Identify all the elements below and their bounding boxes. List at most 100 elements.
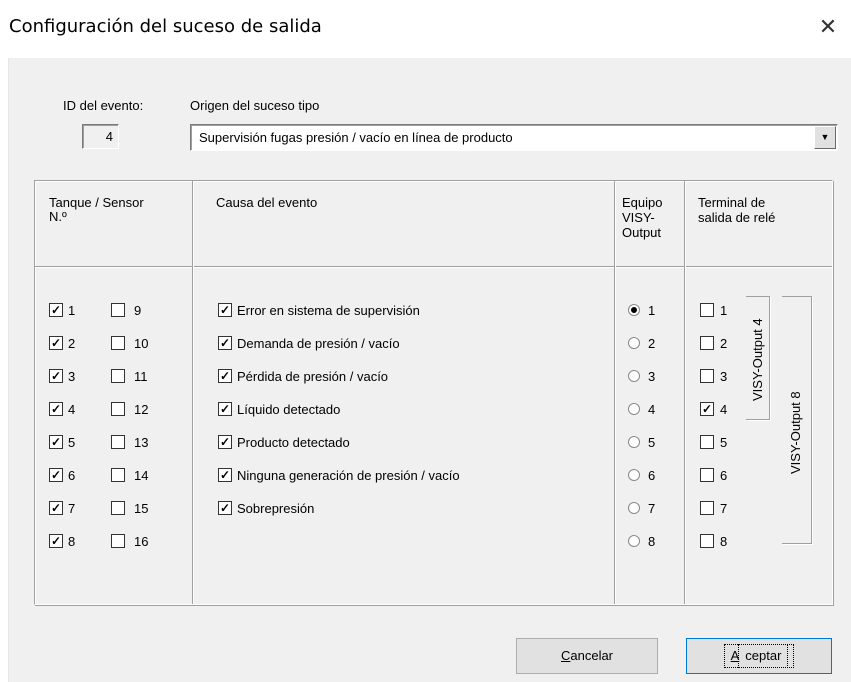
cause-checkbox[interactable]: ✓ xyxy=(218,501,232,515)
cause-checkbox[interactable]: ✓ xyxy=(218,435,232,449)
header-tank-number: N.º xyxy=(49,209,67,224)
sensor-checkbox[interactable]: ✓ xyxy=(49,534,63,548)
column-divider xyxy=(192,181,194,604)
equipo-radio[interactable] xyxy=(628,535,640,547)
accept-accel: A xyxy=(730,648,740,663)
sensor-checkbox[interactable]: ✓ xyxy=(49,402,63,416)
chevron-down-icon[interactable]: ▼ xyxy=(814,126,836,149)
header-equipo: VISY- xyxy=(622,210,655,225)
terminal-checkbox[interactable] xyxy=(700,435,714,449)
sensor-label: 11 xyxy=(134,369,148,384)
terminal-checkbox[interactable] xyxy=(700,336,714,350)
equipo-label: 2 xyxy=(648,336,656,351)
terminal-checkbox[interactable] xyxy=(700,303,714,317)
terminal-label: 2 xyxy=(720,336,728,351)
header-tank: Tanque / Sensor xyxy=(49,195,144,210)
sensor-label: 2 xyxy=(68,336,76,351)
header-terminal: salida de relé xyxy=(698,210,776,225)
sensor-label: 6 xyxy=(68,468,76,483)
header-terminal: Terminal de xyxy=(698,195,766,210)
column-divider xyxy=(614,181,616,604)
equipo-label: 8 xyxy=(648,534,656,549)
terminal-label: 3 xyxy=(720,369,728,384)
equipo-radio[interactable] xyxy=(628,403,640,415)
equipo-radio[interactable] xyxy=(628,469,640,481)
title-bar: Configuración del suceso de salida ✕ xyxy=(0,0,851,58)
sensor-label: 3 xyxy=(68,369,76,384)
cause-checkbox[interactable]: ✓ xyxy=(218,336,232,350)
sensor-label: 14 xyxy=(134,468,149,483)
terminal-label: 4 xyxy=(720,402,728,417)
sensor-label: 5 xyxy=(68,435,76,450)
cause-checkbox[interactable]: ✓ xyxy=(218,303,232,317)
sensor-label: 4 xyxy=(68,402,76,417)
equipo-label: 6 xyxy=(648,468,656,483)
header-cause: Causa del evento xyxy=(216,195,318,210)
equipo-label: 3 xyxy=(648,369,656,384)
sensor-checkbox[interactable] xyxy=(111,435,125,449)
output8-label: VISY-Output 8 xyxy=(788,376,803,476)
equipo-label: 7 xyxy=(648,501,656,516)
terminal-checkbox[interactable] xyxy=(700,468,714,482)
close-icon[interactable]: ✕ xyxy=(813,12,843,42)
sensor-label: 7 xyxy=(68,501,76,516)
cause-label: Demanda de presión / vacío xyxy=(237,336,400,351)
cause-label: Pérdida de presión / vacío xyxy=(237,369,389,384)
equipo-label: 1 xyxy=(648,303,656,318)
accept-button[interactable]: Aceptar xyxy=(686,638,832,674)
cause-label: Sobrepresión xyxy=(237,501,315,516)
equipo-radio[interactable] xyxy=(628,502,640,514)
sensor-checkbox[interactable]: ✓ xyxy=(49,435,63,449)
id-label: ID del evento: xyxy=(63,98,144,113)
cause-label: Ninguna generación de presión / vacío xyxy=(237,468,460,483)
cause-checkbox[interactable]: ✓ xyxy=(218,402,232,416)
column-divider xyxy=(684,181,686,604)
sensor-checkbox[interactable] xyxy=(111,534,125,548)
sensor-checkbox[interactable] xyxy=(111,501,125,515)
sensor-label: 16 xyxy=(134,534,149,549)
sensor-checkbox[interactable] xyxy=(111,369,125,383)
cause-label: Producto detectado xyxy=(237,435,350,450)
equipo-label: 4 xyxy=(648,402,656,417)
equipo-radio[interactable] xyxy=(628,436,640,448)
equipo-radio[interactable] xyxy=(628,370,640,382)
id-field: 4 xyxy=(82,124,119,149)
sensor-checkbox[interactable] xyxy=(111,468,125,482)
terminal-checkbox[interactable] xyxy=(700,501,714,515)
cause-label: Error en sistema de supervisión xyxy=(237,303,420,318)
sensor-label: 1 xyxy=(68,303,76,318)
cause-checkbox[interactable]: ✓ xyxy=(218,369,232,383)
terminal-checkbox[interactable] xyxy=(700,534,714,548)
sensor-checkbox[interactable]: ✓ xyxy=(49,369,63,383)
cancel-accel: C xyxy=(560,648,571,663)
sensor-checkbox[interactable] xyxy=(111,402,125,416)
header-divider xyxy=(35,266,832,268)
header-equipo: Equipo xyxy=(622,195,663,210)
origin-selected-value: Supervisión fugas presión / vacío en lín… xyxy=(199,130,513,145)
equipo-radio[interactable] xyxy=(628,304,640,316)
terminal-checkbox[interactable]: ✓ xyxy=(700,402,714,416)
sensor-checkbox[interactable]: ✓ xyxy=(49,336,63,350)
terminal-label: 6 xyxy=(720,468,728,483)
cancel-button[interactable]: Cancelar xyxy=(516,638,658,674)
terminal-checkbox[interactable] xyxy=(700,369,714,383)
sensor-checkbox[interactable]: ✓ xyxy=(49,501,63,515)
cancel-label: ancelar xyxy=(570,648,614,663)
terminal-label: 8 xyxy=(720,534,728,549)
output4-label: VISY-Output 4 xyxy=(750,303,765,403)
sensor-checkbox[interactable] xyxy=(111,336,125,350)
sensor-checkbox[interactable]: ✓ xyxy=(49,468,63,482)
origin-select[interactable]: Supervisión fugas presión / vacío en lín… xyxy=(190,124,838,151)
sensor-label: 9 xyxy=(134,303,142,318)
cause-checkbox[interactable]: ✓ xyxy=(218,468,232,482)
sensor-checkbox[interactable]: ✓ xyxy=(49,303,63,317)
equipo-radio[interactable] xyxy=(628,337,640,349)
terminal-label: 7 xyxy=(720,501,728,516)
window-title: Configuración del suceso de salida xyxy=(9,16,322,37)
sensor-checkbox[interactable] xyxy=(111,303,125,317)
sensor-label: 10 xyxy=(134,336,149,351)
origin-label: Origen del suceso tipo xyxy=(190,98,320,113)
accept-focus: Aceptar xyxy=(723,644,795,668)
sensor-label: 8 xyxy=(68,534,76,549)
sensor-label: 12 xyxy=(134,402,149,417)
